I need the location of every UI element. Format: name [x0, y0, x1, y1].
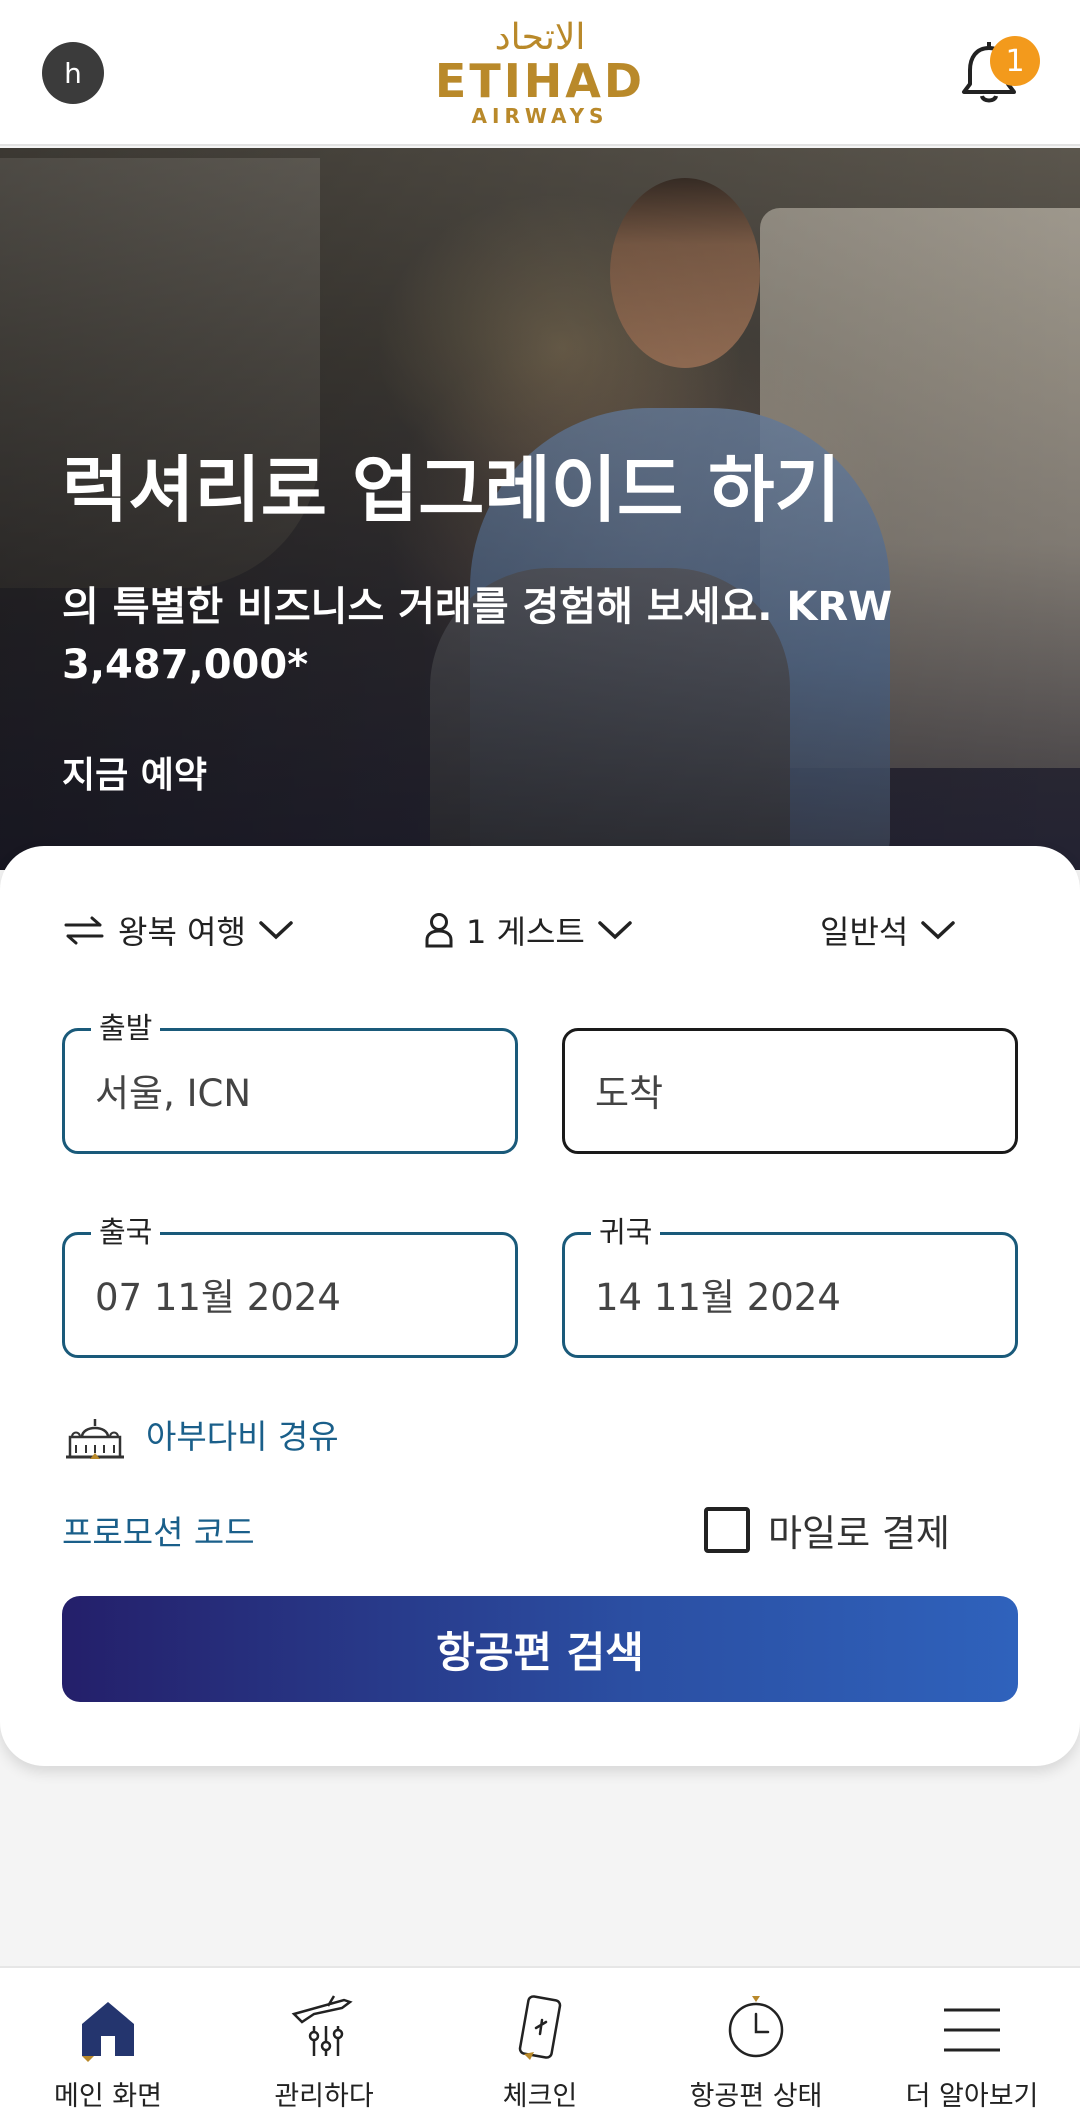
nav-item-home[interactable]: 메인 화면: [0, 1968, 216, 2116]
return-date-label: 귀국: [591, 1213, 661, 1251]
guest-count-label: 1 게스트: [466, 913, 585, 951]
hero-title: 럭셔리로 업그레이드 하기: [62, 448, 841, 532]
round-trip-arrows-icon: [64, 916, 104, 945]
return-date-field[interactable]: 귀국 14 11월 2024: [562, 1213, 1018, 1358]
nav-item-manage[interactable]: 관리하다: [216, 1968, 432, 2116]
profile-avatar[interactable]: h: [42, 42, 104, 104]
departure-date-field[interactable]: 출국 07 11월 2024: [62, 1213, 518, 1358]
origin-field[interactable]: 출발 서울, ICN: [62, 1009, 518, 1154]
nav-item-label: 체크인: [502, 2081, 578, 2112]
chevron-down-icon: [921, 921, 956, 940]
trip-type-selector[interactable]: 왕복 여행: [62, 906, 294, 954]
chevron-down-icon: [598, 921, 632, 940]
menu-icon: [944, 2008, 1000, 2052]
chevron-down-icon: [259, 921, 293, 940]
nav-item-checkin[interactable]: 체크인: [432, 1968, 648, 2116]
promo-code-link[interactable]: 프로모션 코드: [62, 1506, 255, 1554]
cabin-class-label: 일반석: [820, 913, 909, 951]
logo-wordmark: ETIHAD: [434, 54, 646, 108]
person-icon: [425, 913, 453, 948]
home-icon: [82, 2002, 134, 2062]
cabin-class-selector[interactable]: 일반석: [820, 906, 956, 954]
notification-count-badge: 1: [990, 36, 1040, 86]
nav-item-label: 더 알아보기: [905, 2081, 1039, 2112]
boarding-pass-icon: [518, 1995, 562, 2060]
pay-with-miles-label: 마일로 결제: [768, 1512, 950, 1555]
manage-flight-icon: [291, 1995, 353, 2056]
pay-with-miles-checkbox[interactable]: [704, 1507, 750, 1553]
pay-with-miles-option[interactable]: 마일로 결제: [704, 1504, 950, 1556]
departure-date-label: 출국: [91, 1213, 161, 1251]
nav-item-label: 관리하다: [274, 2081, 374, 2112]
bottom-navigation: 메인 화면 관리하다 체크인 항공편 상태 더 알아보기: [0, 1966, 1080, 2116]
etihad-logo: الاتحاد ETIHAD AIRWAYS: [420, 18, 660, 130]
guest-selector[interactable]: 1 게스트: [424, 906, 633, 954]
departure-date-value: 07 11월 2024: [95, 1276, 341, 1319]
stopover-label: 아부다비 경유: [146, 1417, 339, 1456]
mosque-icon: [66, 1419, 124, 1459]
return-date-value: 14 11월 2024: [595, 1276, 841, 1319]
origin-field-value: 서울, ICN: [95, 1072, 252, 1115]
nav-item-flight-status[interactable]: 항공편 상태: [648, 1968, 864, 2116]
destination-field[interactable]: 도착: [562, 1028, 1018, 1154]
search-flights-button[interactable]: 항공편 검색: [62, 1596, 1018, 1702]
clock-icon: [728, 1996, 784, 2058]
logo-arabic-text: الاتحاد: [494, 17, 586, 58]
trip-type-label: 왕복 여행: [118, 913, 246, 951]
nav-item-more[interactable]: 더 알아보기: [864, 1968, 1080, 2116]
nav-item-label: 메인 화면: [54, 2081, 162, 2112]
destination-placeholder: 도착: [595, 1072, 664, 1115]
abu-dhabi-stopover-link[interactable]: 아부다비 경유: [62, 1404, 339, 1464]
book-now-link[interactable]: 지금 예약: [62, 746, 207, 798]
hero-subtitle: 의 특별한 비즈니스 거래를 경험해 보세요. KRW 3,487,000*: [62, 584, 893, 688]
app-header: h الاتحاد ETIHAD AIRWAYS 1: [0, 0, 1080, 146]
origin-field-label: 출발: [91, 1009, 161, 1047]
hero-banner[interactable]: 럭셔리로 업그레이드 하기 의 특별한 비즈니스 거래를 경험해 보세요. KR…: [0, 148, 1080, 870]
nav-item-label: 항공편 상태: [689, 2081, 823, 2112]
